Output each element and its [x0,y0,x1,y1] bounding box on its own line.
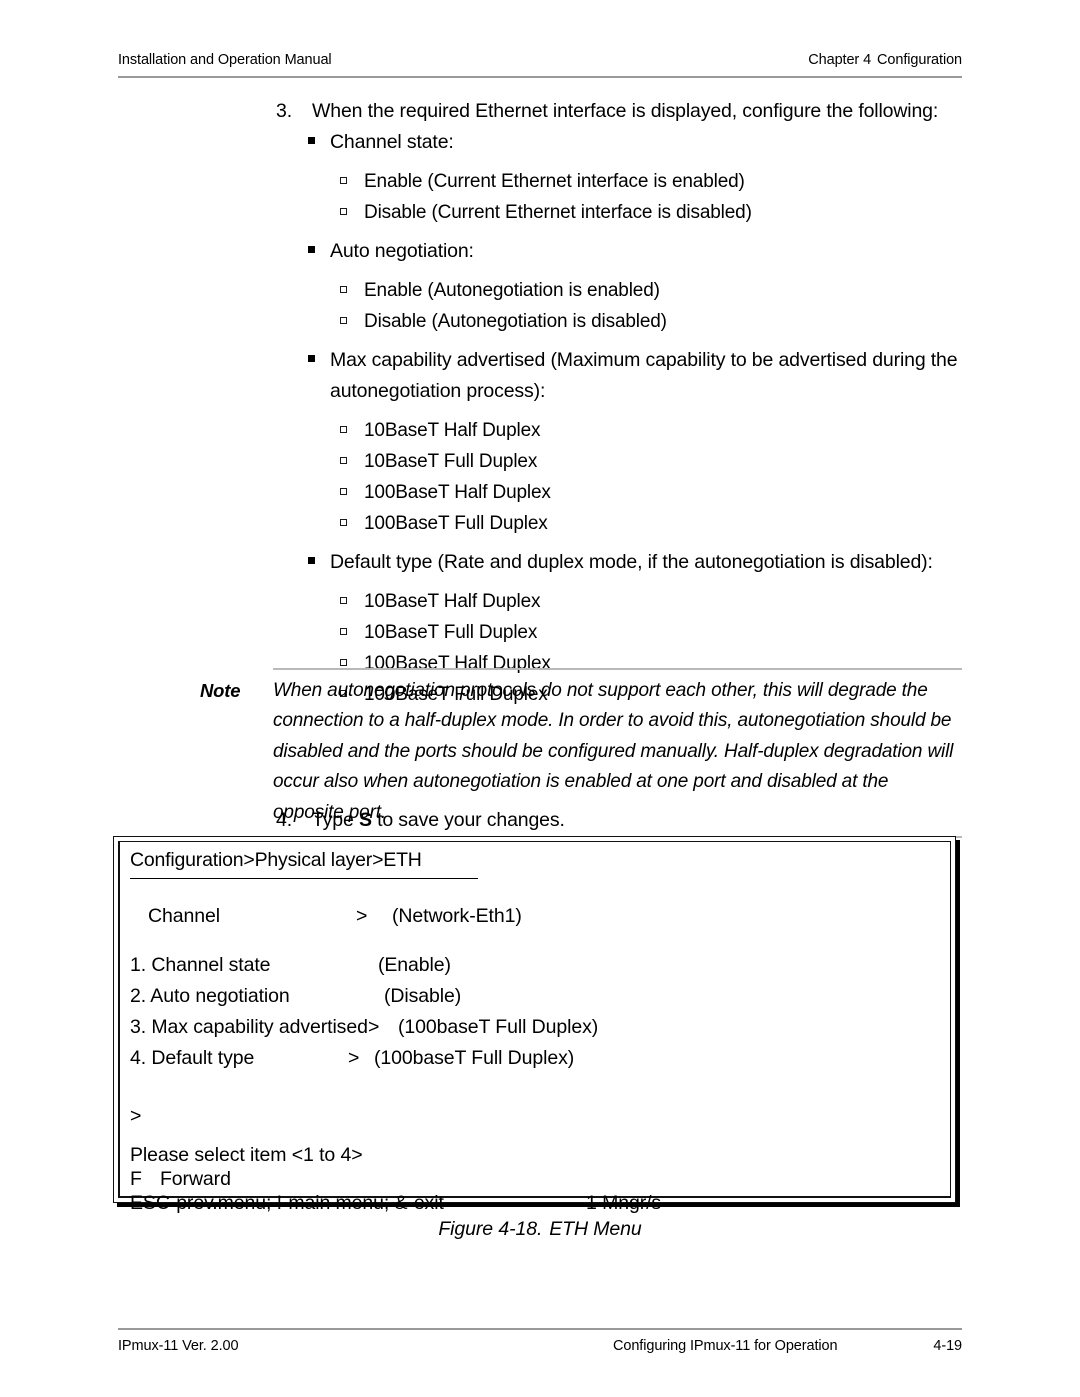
option-label: 10BaseT Half Duplex [364,420,541,441]
terminal-channel-arrow: > [356,905,368,927]
option-label: 10BaseT Full Duplex [364,622,538,643]
footer-left: IPmux-11 Ver. 2.00 [118,1338,239,1354]
footer-divider [118,1328,962,1330]
menu-item-arrow: > [348,1047,360,1069]
menu-item-label: 3. Max capability advertised [130,1016,368,1038]
bullet-default-type: Default type (Rate and duplex mode, if t… [308,547,976,578]
option-label: Enable (Autonegotiation is enabled) [364,280,660,301]
bullet-auto-negotiation-label: Auto negotiation: [330,240,474,262]
bullet-default-type-label: Default type (Rate and duplex mode, if t… [330,551,933,573]
running-header-left: Installation and Operation Manual [118,52,332,68]
figure-caption: Figure 4-18. ETH Menu [0,1218,1080,1241]
list-item: 10BaseT Half Duplex [340,415,1080,446]
square-bullet-icon [308,547,330,578]
terminal-menu-item-3[interactable]: 3. Max capability advertised> (100baseT F… [130,1012,930,1043]
forward-label: Forward [160,1168,231,1190]
bullet-channel-state: Channel state: [308,127,976,158]
hollow-square-bullet-icon [340,166,364,197]
running-header-chapter: Chapter 4 [808,52,872,68]
bullet-channel-state-label: Channel state: [330,131,454,153]
terminal-breadcrumb: Configuration>Physical layer>ETH [130,845,478,879]
menu-item-arrow: > [368,1016,380,1038]
option-label: 100BaseT Half Duplex [364,482,551,503]
list-item: 10BaseT Full Duplex [340,446,1080,477]
figure-title: ETH Menu [549,1218,642,1240]
step-3: 3. When the required Ethernet interface … [276,96,1080,127]
bullet-max-capability-advertised: Max capability advertised (Maximum capab… [308,345,976,407]
option-label: Enable (Current Ethernet interface is en… [364,171,745,192]
list-item: 100BaseT Full Duplex [340,508,1080,539]
hollow-square-bullet-icon [340,508,364,539]
option-label: 100BaseT Full Duplex [364,513,548,534]
hollow-square-bullet-icon [340,477,364,508]
step-4-number: 4. [276,809,292,831]
terminal-manager-status: 1 Mngr/s [586,1192,662,1214]
list-item: Enable (Autonegotiation is enabled) [340,275,1080,306]
list-item: Disable (Current Ethernet interface is d… [340,197,1080,228]
running-header-right: Chapter 4 Configuration [808,52,962,68]
running-header: Installation and Operation Manual Chapte… [118,52,962,68]
terminal-key-hints: ESC-prev.menu; !-main menu; &-exit 1 Mngr… [130,1188,661,1219]
terminal-menu-item-4[interactable]: 4. Default type > (100baseT Full Duplex) [130,1043,930,1074]
option-label: 10BaseT Full Duplex [364,451,538,472]
menu-item-label: 4. Default type [130,1047,255,1069]
option-label: 10BaseT Half Duplex [364,591,541,612]
menu-item-label: 2. Auto negotiation [130,985,290,1007]
step-4-key: S [358,809,372,831]
header-divider [118,76,962,78]
step-4-text: Type S to save your changes. [312,805,565,836]
square-bullet-icon [308,127,330,158]
terminal-menu-item-2[interactable]: 2. Auto negotiation (Disable) [130,981,930,1012]
menu-item-value: (Enable) [378,954,451,976]
terminal-channel-value: (Network-Eth1) [392,905,522,927]
step-3-text: When the required Ethernet interface is … [312,100,939,122]
terminal-screen-figure: Configuration>Physical layer>ETH Channel… [113,836,960,1214]
hollow-square-bullet-icon [340,197,364,228]
bullet-max-capability-label: Max capability advertised (Maximum capab… [330,349,958,402]
menu-item-label: 1. Channel state [130,954,271,976]
list-item: 10BaseT Full Duplex [340,617,1080,648]
option-label: Disable (Autonegotiation is disabled) [364,311,667,332]
hollow-square-bullet-icon [340,306,364,337]
hollow-square-bullet-icon [340,415,364,446]
list-item: Disable (Autonegotiation is disabled) [340,306,1080,337]
document-page: Installation and Operation Manual Chapte… [0,0,1080,1397]
step-4-suffix: to save your changes. [371,809,565,831]
footer-middle: Configuring IPmux-11 for Operation [613,1338,838,1354]
terminal-row-channel[interactable]: Channel > (Network-Eth1) [130,901,930,932]
terminal-channel-label: Channel [148,905,220,927]
hollow-square-bullet-icon [340,617,364,648]
terminal-outer-border: Configuration>Physical layer>ETH Channel… [113,836,956,1214]
terminal-keys-hint-text: ESC-prev.menu; !-main menu; &-exit [130,1192,444,1214]
hollow-square-bullet-icon [340,446,364,477]
list-item: 10BaseT Half Duplex [340,586,1080,617]
list-item: 100BaseT Half Duplex [340,477,1080,508]
menu-item-value: (100baseT Full Duplex) [374,1047,575,1069]
footer-page-number: 4-19 [933,1338,962,1354]
menu-item-value: (Disable) [384,985,462,1007]
option-label: Disable (Current Ethernet interface is d… [364,202,752,223]
terminal-prompt[interactable]: > [130,1101,141,1132]
square-bullet-icon [308,345,330,407]
hollow-square-bullet-icon [340,586,364,617]
list-item: Enable (Current Ethernet interface is en… [340,166,1080,197]
bullet-auto-negotiation: Auto negotiation: [308,236,976,267]
square-bullet-icon [308,236,330,267]
body-content: 3. When the required Ethernet interface … [0,96,1080,710]
hollow-square-bullet-icon [340,275,364,306]
step-4: 4. Type S to save your changes. [0,805,1080,836]
running-header-chapter-title: Configuration [877,52,962,68]
step-4-prefix: Type [312,809,359,831]
terminal-content: Configuration>Physical layer>ETH Channel… [114,837,955,1214]
terminal-menu-item-1[interactable]: 1. Channel state (Enable) [130,950,930,981]
figure-number: Figure 4-18. [438,1218,543,1240]
step-3-number: 3. [276,100,292,122]
menu-item-value: (100baseT Full Duplex) [398,1016,599,1038]
